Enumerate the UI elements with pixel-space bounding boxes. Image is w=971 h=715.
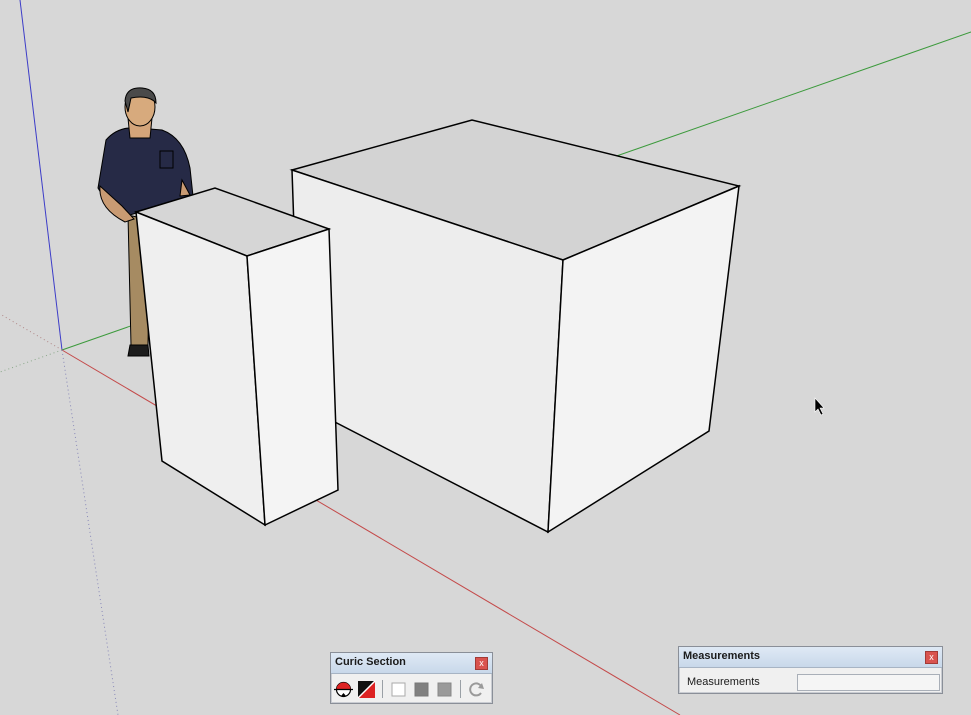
white-fill-icon[interactable]	[389, 680, 408, 699]
blue-axis-dotted	[61, 349, 119, 715]
curic-section-title: Curic Section	[335, 656, 406, 668]
measurements-label: Measurements	[687, 676, 760, 688]
large-box[interactable]	[289, 119, 742, 534]
curic-section-toolbar[interactable]: Curic Section x	[330, 652, 493, 704]
measurements-input[interactable]	[797, 674, 940, 691]
curic-section-tools	[334, 678, 486, 700]
gray-fill-icon[interactable]	[412, 680, 431, 699]
small-box[interactable]	[133, 187, 339, 527]
red-axis-dotted	[0, 313, 63, 351]
refresh-icon[interactable]	[467, 680, 486, 699]
toolbar-separator	[382, 680, 383, 698]
light-gray-fill-icon[interactable]	[435, 680, 454, 699]
cursor-pointer	[814, 397, 825, 416]
section-plane-icon[interactable]	[334, 680, 353, 699]
measurements-titlebar[interactable]: Measurements x	[679, 647, 942, 668]
toolbar-separator	[460, 680, 461, 698]
blue-axis	[19, 0, 63, 351]
measurements-close-button[interactable]: x	[925, 651, 938, 664]
modeling-viewport[interactable]	[0, 0, 971, 715]
measurements-title: Measurements	[683, 650, 761, 662]
section-fill-icon[interactable]	[357, 679, 376, 699]
small-box-left-face	[135, 210, 266, 527]
green-axis-dotted	[0, 349, 63, 373]
curic-section-titlebar[interactable]: Curic Section x	[331, 653, 492, 674]
curic-section-close-button[interactable]: x	[475, 657, 488, 670]
measurements-toolbar[interactable]: Measurements x Measurements	[678, 646, 943, 694]
